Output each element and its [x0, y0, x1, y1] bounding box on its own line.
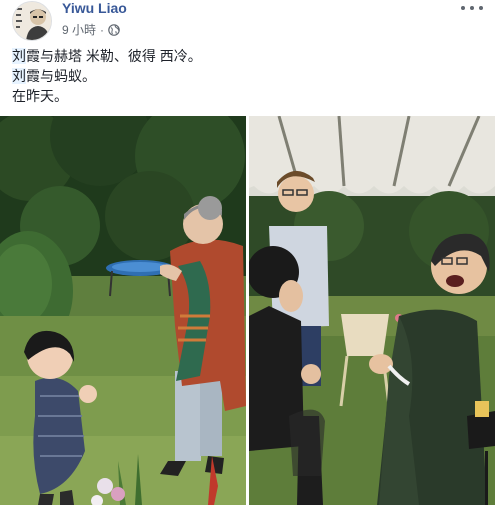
- more-options-icon[interactable]: [461, 2, 483, 14]
- post-text: 刘霞与赫塔 米勒、彼得 西冷。 刘霞与蚂蚁。 在昨天。: [12, 46, 482, 106]
- post-line: 在昨天。: [12, 88, 68, 104]
- name-highlight[interactable]: 刘: [12, 48, 26, 64]
- post-line: 刘霞与蚂蚁。: [12, 68, 96, 84]
- more-dot: [461, 6, 465, 10]
- avatar[interactable]: [12, 1, 52, 41]
- post-header: Yiwu Liao 9 小時 ·: [12, 0, 483, 41]
- post-line: 刘霞与赫塔 米勒、彼得 西冷。: [12, 48, 202, 64]
- name-highlight[interactable]: 刘: [12, 68, 26, 84]
- more-dot: [479, 6, 483, 10]
- meta-separator: ·: [100, 22, 105, 37]
- post-meta: 9 小時 ·: [62, 21, 120, 38]
- photo-garden-child[interactable]: [0, 116, 246, 505]
- more-dot: [470, 6, 474, 10]
- photo-tent-laughing[interactable]: [249, 116, 495, 505]
- facebook-post: Yiwu Liao 9 小時 · 刘霞与赫塔 米勒、彼得 西冷。 刘霞与蚂蚁。 …: [0, 0, 495, 505]
- photo-grid: [0, 116, 495, 505]
- globe-icon[interactable]: [108, 23, 120, 36]
- author-name[interactable]: Yiwu Liao: [62, 0, 127, 16]
- post-time[interactable]: 9 小時: [62, 21, 96, 38]
